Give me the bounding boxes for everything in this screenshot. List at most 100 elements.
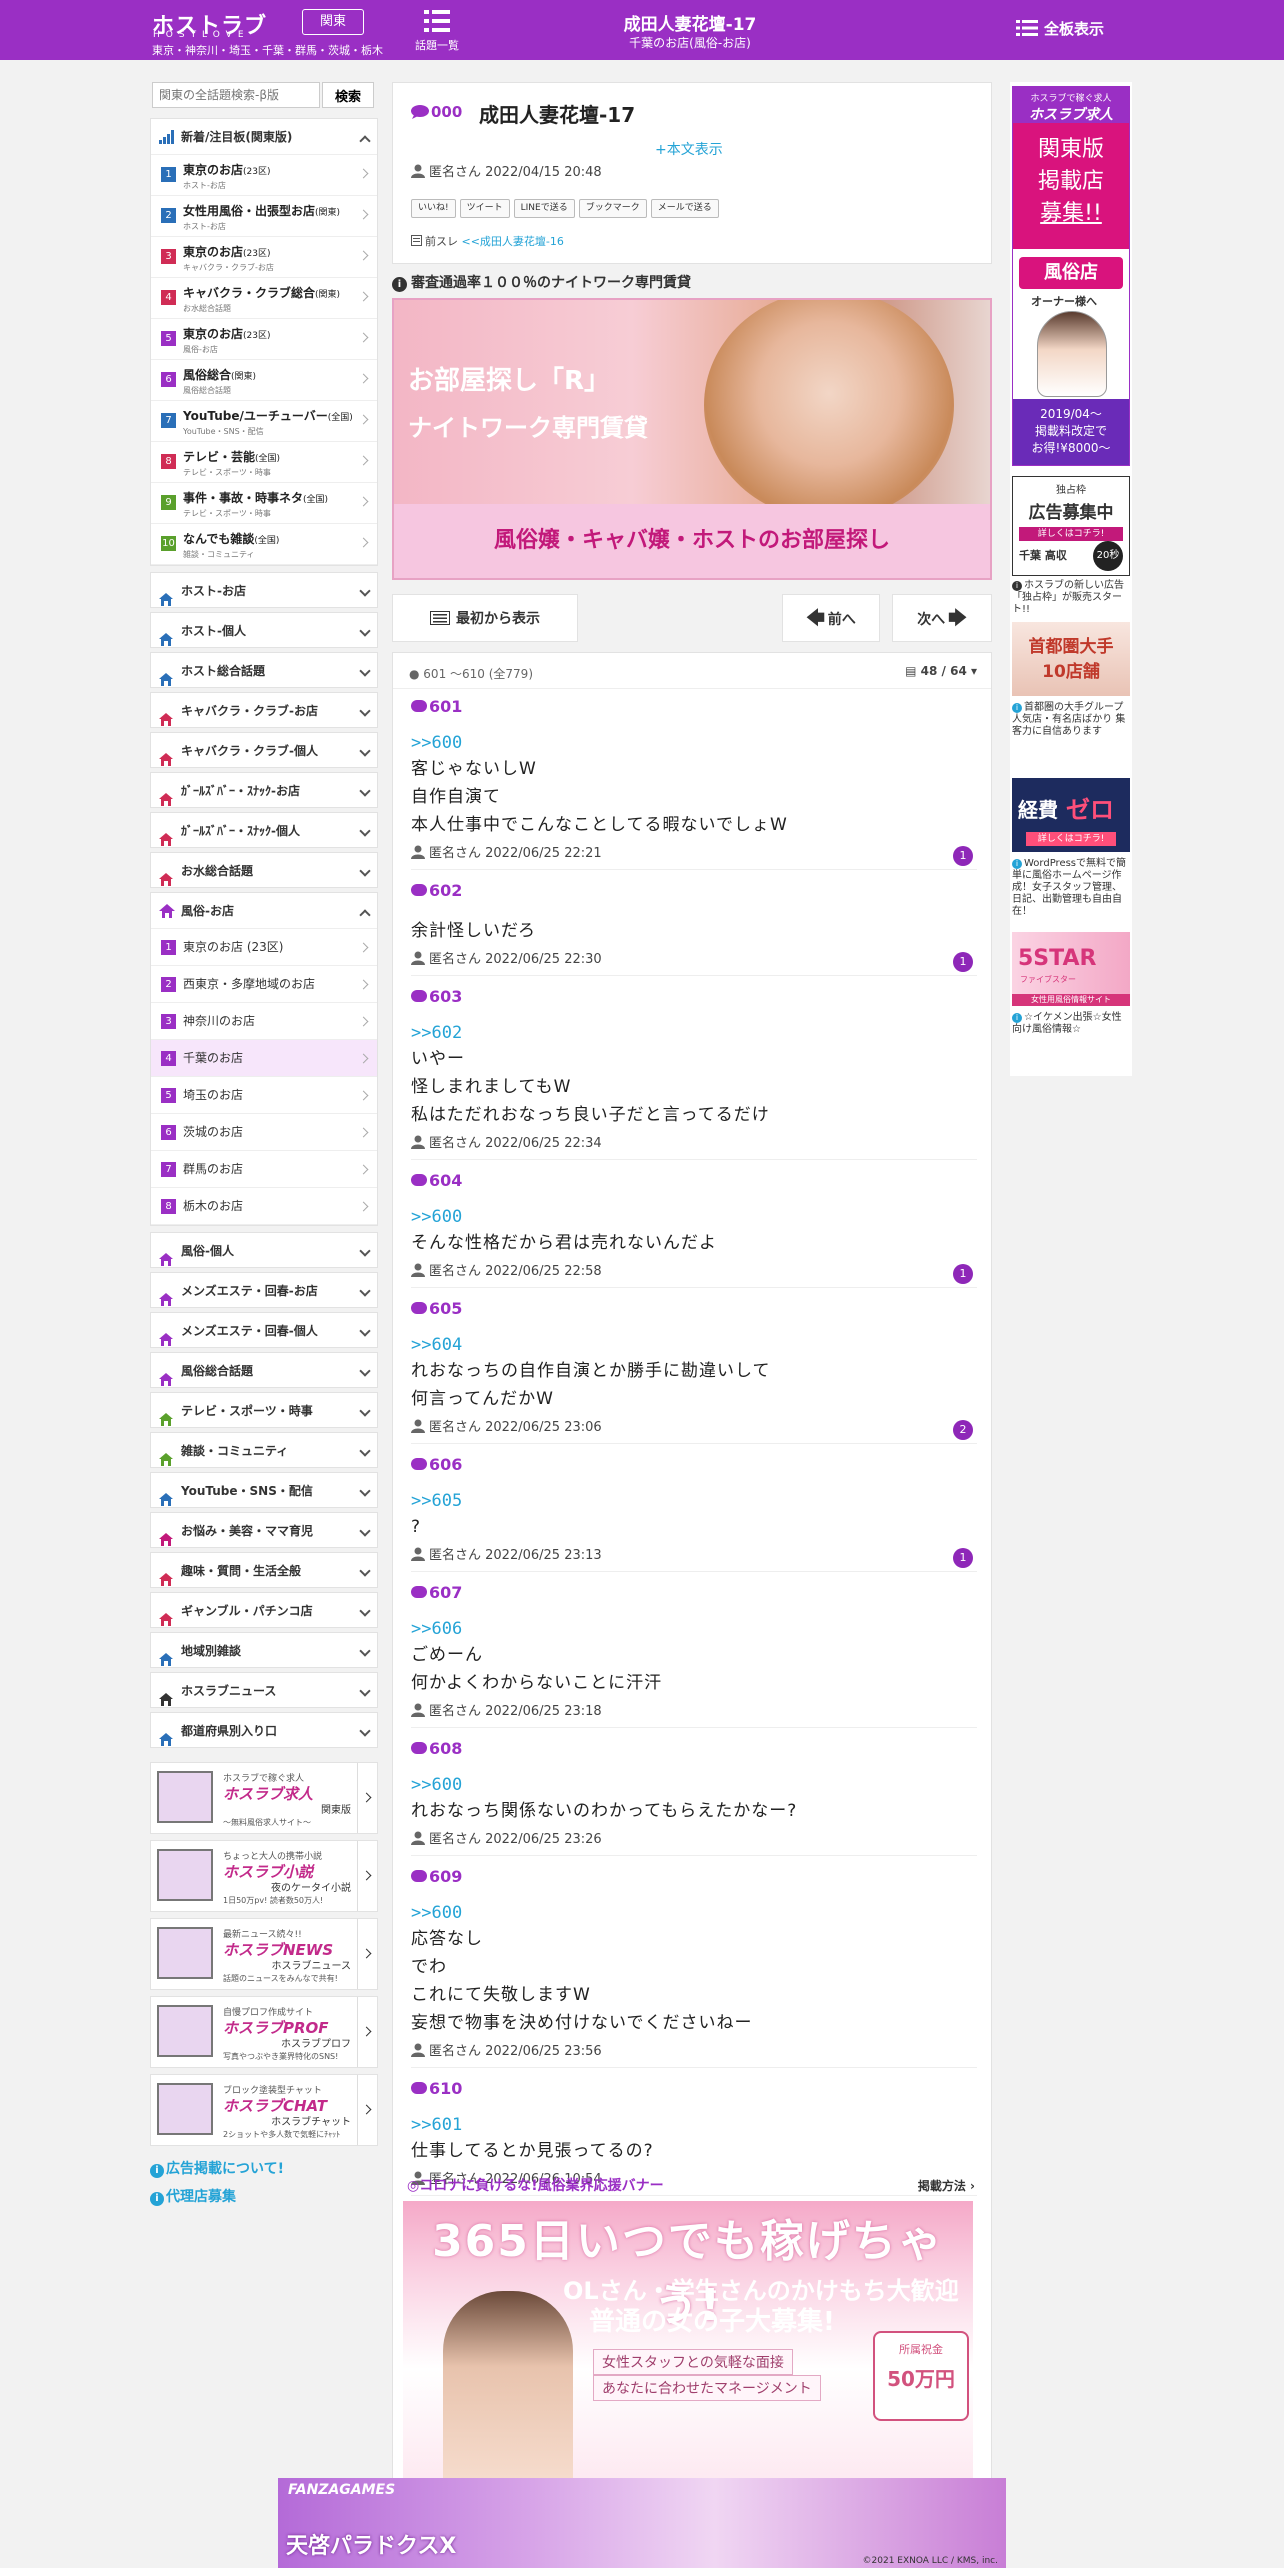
category-toggle[interactable]: ｶﾞｰﾙｽﾞﾊﾞｰ・ｽﾅｯｸ-個人: [150, 812, 378, 848]
new-board-item[interactable]: 10 なんでも雑談(全国) 雑談・コミュニティ: [151, 524, 377, 565]
category-toggle[interactable]: ギャンブル・パチンコ店: [150, 1592, 378, 1628]
new-board-item[interactable]: 4 キャバクラ・クラブ総合(関東) お水総合話題: [151, 278, 377, 319]
new-board-item[interactable]: 3 東京のお店(23区) キャバクラ・クラブ-お店: [151, 237, 377, 278]
new-board-item[interactable]: 2 女性用風俗・出張型お店(関東) ホスト-お店: [151, 196, 377, 237]
new-board-item[interactable]: 6 風俗総合(関東) 風俗総合話題: [151, 360, 377, 401]
right-ad3-caption[interactable]: i 首都圏の大手グループ 人気店・有名店ばかり 集客力に自信あります: [1012, 702, 1130, 738]
show-body-link[interactable]: +本文表示: [655, 139, 723, 159]
post-number[interactable]: 604: [411, 1171, 977, 1195]
five-star-ad[interactable]: 5STAR ファイブスター 女性用風俗情報サイト: [1012, 932, 1130, 1006]
post-number[interactable]: 610: [411, 2079, 977, 2103]
new-board-item[interactable]: 9 事件・事故・時事ネタ(全国) テレビ・スポーツ・時事: [151, 483, 377, 524]
post-number[interactable]: 606: [411, 1455, 977, 1479]
category-toggle[interactable]: キャバクラ・クラブ-個人: [150, 732, 378, 768]
recruit-ad-banner[interactable]: 365日いつでも稼げちゃう! OLさん・学生さんのかけもち大歓迎 普通の女の子大…: [403, 2201, 973, 2481]
reply-anchor-link[interactable]: >>600: [411, 733, 977, 755]
category-toggle[interactable]: メンズエステ・回春-お店: [150, 1272, 378, 1308]
category-toggle[interactable]: 地域別雑談: [150, 1632, 378, 1668]
reply-anchor-link[interactable]: >>601: [411, 2115, 977, 2137]
bookmark-button[interactable]: ブックマーク: [578, 199, 647, 218]
prev-page-button[interactable]: 🡄 前へ: [782, 594, 880, 642]
post-number[interactable]: 602: [411, 881, 977, 905]
category-toggle[interactable]: ホスト-個人: [150, 612, 378, 648]
post-number[interactable]: 607: [411, 1583, 977, 1607]
reply-count-badge[interactable]: 1: [953, 952, 973, 972]
new-board-item[interactable]: 7 YouTube/ユーチューバー(全国) YouTube・SNS・配信: [151, 401, 377, 442]
agency-link[interactable]: i 代理店募集: [150, 2186, 378, 2206]
rental-ad-banner[interactable]: お部屋探し「R」 ナイトワーク専門賃貸 風俗嬢・キャバ嬢・ホストのお部屋探し: [392, 298, 992, 580]
fuzoku-region-item[interactable]: 5 埼玉のお店: [151, 1077, 377, 1114]
category-toggle[interactable]: テレビ・スポーツ・時事: [150, 1392, 378, 1428]
tokyo-group-ad[interactable]: 首都圏大手 10店舗: [1012, 622, 1130, 696]
new-board-item[interactable]: 1 東京のお店(23区) ホスト-お店: [151, 155, 377, 196]
exclusive-ad[interactable]: 独占枠 広告募集中 詳しくはコチラ! 千葉 高収 20秒: [1012, 476, 1130, 576]
category-toggle[interactable]: ホスト総合話題: [150, 652, 378, 688]
new-boards-header[interactable]: 新着/注目板(関東版): [151, 119, 377, 155]
footer-game-ad[interactable]: FANZAGAMES 天啓パラドクスX ©2021 EXNOA LLC / KM…: [278, 2478, 1006, 2568]
fuzoku-region-item[interactable]: 7 群馬のお店: [151, 1151, 377, 1188]
fuzoku-region-item[interactable]: 8 栃木のお店: [151, 1188, 377, 1225]
reply-anchor-link[interactable]: >>605: [411, 1491, 977, 1513]
next-page-button[interactable]: 次へ 🡆: [892, 594, 992, 642]
reply-anchor-link[interactable]: >>606: [411, 1619, 977, 1641]
category-toggle[interactable]: キャバクラ・クラブ-お店: [150, 692, 378, 728]
twitter-tweet-button[interactable]: ツイート: [459, 199, 510, 218]
category-toggle[interactable]: お水総合話題: [150, 852, 378, 888]
right-ad2-caption[interactable]: i ホスラブの新しい広告「独占枠」が販売スタート!!: [1012, 580, 1130, 616]
right-ad5-caption[interactable]: i ☆イケメン出張☆女性向け風俗情報☆: [1012, 1012, 1130, 1036]
ad-info-link[interactable]: i 広告掲載について!: [150, 2158, 378, 2178]
reply-anchor-link[interactable]: >>600: [411, 1775, 977, 1797]
reply-anchor-link[interactable]: >>602: [411, 1023, 977, 1045]
category-toggle[interactable]: ｶﾞｰﾙｽﾞﾊﾞｰ・ｽﾅｯｸ-お店: [150, 772, 378, 808]
search-button[interactable]: 検索: [322, 82, 374, 108]
category-toggle[interactable]: 都道府県別入り口: [150, 1712, 378, 1748]
sister-site-promo[interactable]: 自慢プロフ作成サイト ホスラブPROF ホスラブプロフ 写真やつぶやき業界特化のSNS…: [150, 1996, 378, 2068]
sister-site-promo[interactable]: ホスラブで稼ぐ求人 ホスラブ求人 関東版 〜無料風俗求人サイト〜: [150, 1762, 378, 1834]
recruit-ad-tall[interactable]: ホスラブで稼ぐ求人 ホスラブ求人 関東版 掲載店 募集!! 風俗店 オーナー様へ…: [1012, 86, 1130, 466]
fuzoku-region-item[interactable]: 1 東京のお店 (23区): [151, 929, 377, 966]
previous-thread-link[interactable]: <<成田人妻花壇-16: [462, 235, 564, 248]
all-boards-button[interactable]: 全板表示: [1016, 18, 1104, 39]
category-toggle[interactable]: 風俗総合話題: [150, 1352, 378, 1388]
region-button[interactable]: 関東: [302, 9, 364, 35]
line-share-button[interactable]: LINEで送る: [513, 199, 575, 218]
post-number[interactable]: 609: [411, 1867, 977, 1891]
category-toggle[interactable]: ホスト-お店: [150, 572, 378, 608]
new-board-item[interactable]: 8 テレビ・芸能(全国) テレビ・スポーツ・時事: [151, 442, 377, 483]
category-toggle[interactable]: 趣味・質問・生活全般: [150, 1552, 378, 1588]
sister-site-promo[interactable]: 最新ニュース続々!! ホスラブNEWS ホスラブニュース 話題のニュースをみんなで共有…: [150, 1918, 378, 1990]
fuzoku-region-item[interactable]: 2 西東京・多摩地域のお店: [151, 966, 377, 1003]
new-board-item[interactable]: 5 東京のお店(23区) 風俗-お店: [151, 319, 377, 360]
search-input[interactable]: [152, 82, 320, 108]
reply-count-badge[interactable]: 1: [953, 846, 973, 866]
category-toggle[interactable]: ホスラブニュース: [150, 1672, 378, 1708]
category-toggle[interactable]: メンズエステ・回春-個人: [150, 1312, 378, 1348]
show-from-start-button[interactable]: 最初から表示: [392, 594, 578, 642]
reply-anchor-link[interactable]: >>600: [411, 1207, 977, 1229]
page-subtitle[interactable]: 千葉のお店(風俗-お店): [480, 34, 900, 51]
reply-anchor-link[interactable]: >>604: [411, 1335, 977, 1357]
reply-count-badge[interactable]: 1: [953, 1548, 973, 1568]
category-toggle[interactable]: 風俗-個人: [150, 1232, 378, 1268]
post-number[interactable]: 608: [411, 1739, 977, 1763]
fuzoku-region-item[interactable]: 4 千葉のお店: [151, 1040, 377, 1077]
fuzoku-region-item[interactable]: 3 神奈川のお店: [151, 1003, 377, 1040]
category-toggle[interactable]: お悩み・美容・ママ育児: [150, 1512, 378, 1548]
email-share-button[interactable]: メールで送る: [650, 199, 719, 218]
facebook-like-button[interactable]: いいね!: [411, 199, 456, 218]
sister-site-promo[interactable]: ブロック塗装型チャット ホスラブCHAT ホスラブチャット 2ショットや多人数で気軽に…: [150, 2074, 378, 2146]
reply-count-badge[interactable]: 2: [953, 1420, 973, 1440]
post-number[interactable]: 605: [411, 1299, 977, 1323]
post-number[interactable]: 603: [411, 987, 977, 1011]
zero-cost-ad[interactable]: 経費 ゼロ 詳しくはコチラ!: [1012, 778, 1130, 852]
topics-button[interactable]: 話題一覧: [412, 8, 462, 53]
sister-site-promo[interactable]: ちょっと大人の携帯小説 ホスラブ小説 夜のケータイ小説 1日50万pv! 読者数50万…: [150, 1840, 378, 1912]
reply-count-badge[interactable]: 1: [953, 1264, 973, 1284]
category-toggle[interactable]: 雑談・コミュニティ: [150, 1432, 378, 1468]
reply-anchor-link[interactable]: >>600: [411, 1903, 977, 1925]
page-indicator[interactable]: ▤ 48 / 64 ▾: [905, 664, 977, 678]
category-toggle[interactable]: YouTube・SNS・配信: [150, 1472, 378, 1508]
fuzoku-region-item[interactable]: 6 茨城のお店: [151, 1114, 377, 1151]
ad-howto-link[interactable]: 掲載方法 ›: [918, 2177, 975, 2194]
post-number[interactable]: 601: [411, 697, 977, 721]
